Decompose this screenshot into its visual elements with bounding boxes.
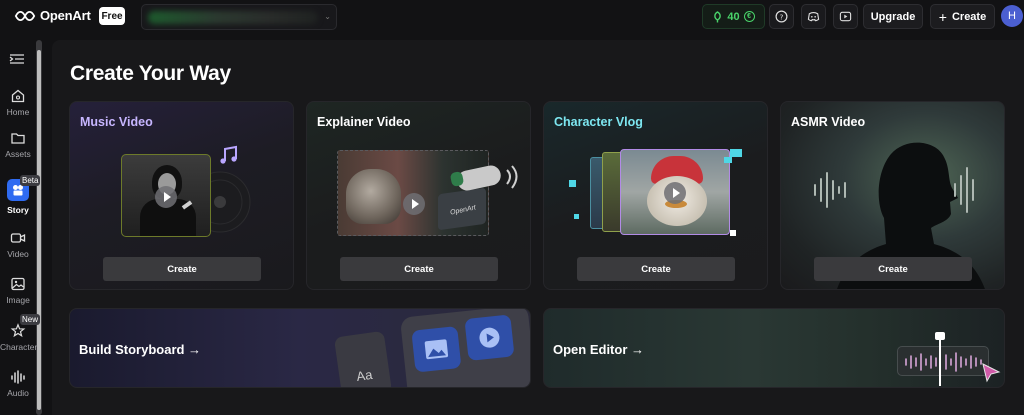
- plan-badge: Free: [99, 7, 125, 25]
- play-icon[interactable]: [664, 182, 686, 204]
- audio-icon: [11, 370, 25, 384]
- storyboard-video-tile: [464, 314, 515, 361]
- sidebar-item-audio[interactable]: Audio: [0, 369, 36, 398]
- svg-text:?: ?: [780, 12, 784, 21]
- decor-square: [569, 180, 576, 187]
- workspace-select[interactable]: ⌄: [141, 4, 337, 30]
- play-icon[interactable]: [155, 186, 177, 208]
- create-button-label: Create: [951, 10, 987, 23]
- play-square-icon: [839, 11, 852, 22]
- create-asmr-video-button[interactable]: Create: [814, 257, 972, 281]
- create-button[interactable]: + Create: [930, 4, 995, 29]
- image-icon: [11, 277, 25, 291]
- create-explainer-video-button[interactable]: Create: [340, 257, 498, 281]
- chevron-down-icon: ⌄: [324, 12, 331, 21]
- card-title: Music Video: [80, 115, 153, 129]
- open-editor-card[interactable]: Open Editor →: [543, 308, 1005, 388]
- sidebar-item-video[interactable]: Video: [0, 230, 36, 259]
- open-editor-title: Open Editor →: [553, 342, 644, 357]
- upgrade-button[interactable]: Upgrade: [863, 4, 923, 29]
- card-title: ASMR Video: [791, 115, 866, 129]
- sidebar-item-label: Audio: [7, 388, 29, 398]
- decor-square: [574, 214, 579, 219]
- sidebar-item-label: Story: [7, 205, 29, 215]
- playhead[interactable]: [939, 336, 941, 386]
- credit-coin-icon: €: [743, 11, 755, 22]
- create-music-video-button[interactable]: Create: [103, 257, 261, 281]
- sound-wave-right-icon: [954, 167, 974, 213]
- build-storyboard-title: Build Storyboard →: [79, 342, 202, 357]
- video-icon: [10, 233, 26, 243]
- plus-icon: +: [938, 8, 947, 25]
- workspace-name-blurred: [148, 11, 318, 24]
- sidebar-item-character[interactable]: Character: [0, 323, 38, 352]
- credits-badge[interactable]: 40 €: [702, 4, 765, 29]
- storyboard-image-tile: [411, 325, 462, 373]
- leaf-icon: [714, 10, 722, 22]
- openart-logo[interactable]: OpenArt: [14, 8, 91, 23]
- waveform-icon: [905, 352, 982, 372]
- card-asmr-video[interactable]: ASMR Video Create: [780, 101, 1005, 290]
- create-character-vlog-button[interactable]: Create: [577, 257, 735, 281]
- cursor-arrow-icon: [982, 363, 1001, 383]
- character-icon: [10, 323, 26, 338]
- beta-badge: Beta: [20, 175, 41, 186]
- sidebar-item-label: Video: [7, 249, 29, 259]
- sidebar-item-label: Image: [6, 295, 30, 305]
- playhead-handle[interactable]: [935, 332, 945, 340]
- video-tutorial-button[interactable]: [833, 4, 858, 29]
- discord-button[interactable]: [801, 4, 826, 29]
- sidebar-item-label: Assets: [5, 149, 31, 159]
- app-name: OpenArt: [40, 8, 91, 23]
- decor-square: [730, 230, 736, 236]
- top-bar: OpenArt Free ⌄ 40 € ? Upgrade + Create H: [0, 0, 1024, 33]
- folder-icon: [11, 133, 25, 144]
- card-music-video[interactable]: Music Video Create: [69, 101, 294, 290]
- storyboard-panel: [399, 309, 530, 387]
- build-storyboard-card[interactable]: Build Storyboard → Aa: [69, 308, 531, 388]
- avatar[interactable]: H: [1001, 5, 1023, 27]
- page-title: Create Your Way: [70, 62, 231, 85]
- card-character-vlog[interactable]: Character Vlog Create: [543, 101, 768, 290]
- sidebar-item-home[interactable]: Home: [0, 88, 36, 117]
- microphone-icon: [450, 165, 518, 191]
- decor-square: [730, 149, 742, 157]
- help-icon: ?: [775, 10, 788, 23]
- play-circle-icon: [479, 327, 500, 348]
- sidebar-item-assets[interactable]: Assets: [0, 130, 36, 159]
- play-icon[interactable]: [403, 193, 425, 215]
- sidebar-item-label: Character: [0, 342, 38, 352]
- help-button[interactable]: ?: [769, 4, 794, 29]
- home-icon: [11, 89, 25, 103]
- sidebar-item-label: Home: [6, 107, 30, 117]
- openart-logo-icon: [14, 10, 36, 21]
- font-tile-text: Aa: [355, 366, 374, 384]
- sound-wave-left-icon: [814, 172, 846, 208]
- music-note-icon: [220, 145, 237, 164]
- card-title: Explainer Video: [317, 115, 411, 129]
- collapse-sidebar-icon[interactable]: [8, 52, 26, 66]
- credits-count: 40: [727, 10, 740, 23]
- card-title: Character Vlog: [554, 115, 643, 129]
- editor-waveform-track: [897, 346, 989, 376]
- sidebar-scroll-thumb[interactable]: [37, 50, 41, 410]
- sidebar-item-image[interactable]: Image: [0, 276, 36, 305]
- decor-square: [724, 157, 732, 163]
- image-icon: [424, 339, 449, 360]
- card-explainer-video[interactable]: Explainer Video OpenArt Create: [306, 101, 531, 290]
- storyboard-tile: Aa: [333, 330, 393, 387]
- discord-icon: [807, 11, 820, 22]
